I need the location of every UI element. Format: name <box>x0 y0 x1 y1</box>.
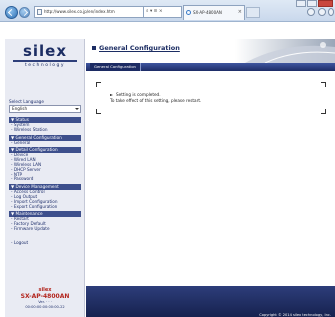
menu-group-maintenance: ▼ Maintenance - Restart - Factory Defaul… <box>9 211 81 231</box>
restart-hint: To take effect of this setting, please r… <box>110 98 202 103</box>
minimize-button[interactable] <box>296 0 306 7</box>
forward-button[interactable] <box>19 7 30 18</box>
favorites-icon[interactable] <box>318 8 326 16</box>
tab-close-icon[interactable]: × <box>238 6 242 19</box>
tab-general-configuration[interactable]: General Configuration <box>90 63 141 71</box>
logo-sub: technology <box>25 62 65 68</box>
address-bar[interactable]: http://www.silex.co.jp/en/index.htm <box>34 6 144 18</box>
chevron-down-icon <box>75 108 79 110</box>
tab-title: SX-AP-4800AN <box>193 10 222 15</box>
status-message-text: Setting is completed. <box>116 92 161 97</box>
ie-icon <box>186 10 191 15</box>
main-content: General Configuration General Configurat… <box>86 39 335 317</box>
frame-corner <box>96 109 101 114</box>
logout-link[interactable]: - Logout <box>9 240 81 245</box>
frame-corner <box>96 82 101 87</box>
new-tab-button[interactable] <box>246 7 260 18</box>
page-header: General Configuration <box>86 39 335 63</box>
maximize-button[interactable] <box>307 0 317 7</box>
menu-group-general-configuration: ▼ General Configuration - General <box>9 134 81 146</box>
status-message: Setting is completed. <box>110 92 161 97</box>
model-name: SX-AP-4800AN <box>20 293 70 300</box>
logo-rule <box>13 60 77 62</box>
page-icon <box>37 9 42 15</box>
tab-strip: General Configuration <box>86 63 335 71</box>
language-label: Select Language <box>9 99 44 104</box>
copyright-text: Copyright © 2014 silex technology, Inc. <box>259 313 331 317</box>
sidebar-item-password[interactable]: - Password <box>9 177 81 182</box>
home-icon[interactable] <box>307 8 315 16</box>
sidebar-menu: ▼ Status - System - Wireless Station ▼ G… <box>9 117 81 245</box>
title-bullet-icon <box>92 46 96 50</box>
message-box: Setting is completed. To take effect of … <box>96 82 326 114</box>
silex-logo: silex technology <box>9 43 81 69</box>
back-button[interactable] <box>5 6 18 19</box>
close-window-button[interactable] <box>318 0 333 7</box>
menu-group-status: ▼ Status - System - Wireless Station <box>9 117 81 133</box>
sidebar-item-wireless-station[interactable]: - Wireless Station <box>9 127 81 133</box>
sidebar-item-export-configuration[interactable]: - Export Configuration <box>9 204 81 210</box>
sidebar-item-general[interactable]: - General <box>9 140 81 146</box>
header-swoosh-graphic <box>235 39 335 63</box>
gear-icon[interactable] <box>328 8 334 16</box>
sidebar: silex technology Select Language English… <box>5 39 85 317</box>
menu-group-detail-configuration: ▼ Detail Configuration - Device - Wired … <box>9 147 81 182</box>
sidebar-item-firmware-update[interactable]: - Firmware Update <box>9 226 81 232</box>
browser-chrome: http://www.silex.co.jp/en/index.htm ⌕ ▾ … <box>0 0 335 22</box>
address-controls[interactable]: ⌕ ▾ ≡ × <box>144 6 182 18</box>
address-text: http://www.silex.co.jp/en/index.htm <box>44 9 115 14</box>
logo-word: silex <box>22 42 68 60</box>
language-value: English <box>12 106 28 111</box>
frame-corner <box>321 82 326 87</box>
page-footer: Copyright © 2014 silex technology, Inc. <box>86 286 335 317</box>
model-info: silex SX-AP-4800AN Ver. · · · 00:00:00:0… <box>5 287 85 309</box>
triangle-right-icon <box>110 94 113 96</box>
menu-group-device-management: ▼ Device Management - Access Control - L… <box>9 184 81 209</box>
browser-tab[interactable]: SX-AP-4800AN × <box>183 5 245 20</box>
page-title: General Configuration <box>99 44 180 52</box>
window-controls <box>295 0 333 8</box>
model-id: 00:00:00:00:00:00-22 <box>25 304 65 309</box>
frame-corner <box>321 109 326 114</box>
language-select[interactable]: English <box>9 105 81 113</box>
